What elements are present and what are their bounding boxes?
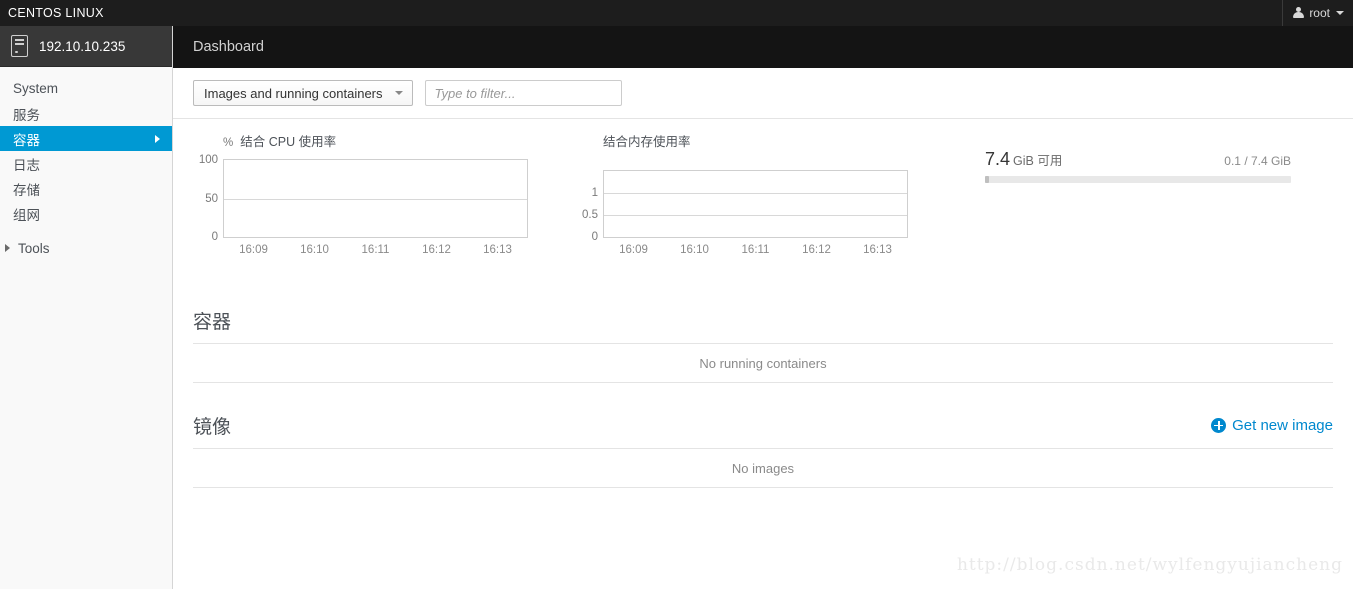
memory-xtick: 16:09 [619, 244, 648, 256]
cpu-xtick: 16:09 [239, 244, 268, 256]
cpu-gridline [224, 198, 527, 200]
main-content: Dashboard Images and running containers … [173, 26, 1353, 589]
watermark: http://blog.csdn.net/wylfengyujiancheng [956, 555, 1343, 575]
memory-xtick: 16:10 [680, 244, 709, 256]
cpu-plot-area: 100 50 0 [199, 154, 528, 243]
sidebar-host[interactable]: 192.10.10.235 [0, 26, 172, 67]
memory-gridline [604, 214, 907, 216]
memory-available-widget: 7.4 GiB 可用 0.1 / 7.4 GiB [985, 149, 1291, 183]
sidebar: 192.10.10.235 System 服务 容器 日志 存储 组网 Tool… [0, 26, 173, 589]
chevron-right-icon [155, 134, 160, 143]
sidebar-nav: System 服务 容器 日志 存储 组网 Tools [0, 67, 172, 261]
filter-toolbar: Images and running containers [173, 68, 1353, 119]
server-icon [11, 35, 28, 57]
cpu-usage-chart: % 结合 CPU 使用率 100 50 0 16:09 16:10 16:11 … [199, 131, 528, 256]
cpu-chart-unit: % [223, 137, 234, 149]
containers-empty-text: No running containers [699, 355, 827, 371]
cpu-ytick: 0 [211, 231, 218, 243]
user-icon [1293, 7, 1305, 19]
containers-title: 容器 [193, 312, 232, 333]
get-new-image-button[interactable]: Get new image [1211, 417, 1333, 434]
memory-gridline [604, 192, 907, 194]
container-filter-select-value: Images and running containers [204, 85, 383, 101]
memory-progress-bar [985, 176, 1291, 183]
cpu-xticks: 16:09 16:10 16:11 16:12 16:13 [223, 244, 528, 256]
brand-title: CENTOS LINUX [8, 6, 104, 20]
chevron-down-icon [1336, 11, 1344, 15]
page-header: Dashboard [173, 26, 1353, 68]
sidebar-item-label: 日志 [13, 157, 40, 173]
memory-available-value: 7.4 [985, 149, 1011, 169]
memory-ratio: 0.1 / 7.4 GiB [1224, 154, 1291, 168]
memory-xtick: 16:12 [802, 244, 831, 256]
containers-section: 容器 No running containers [193, 307, 1333, 383]
memory-xtick: 16:11 [741, 244, 770, 256]
images-title: 镜像 [193, 417, 232, 438]
cpu-xtick: 16:12 [422, 244, 451, 256]
sidebar-item-system[interactable]: System [0, 76, 172, 101]
cpu-chart-title: % 结合 CPU 使用率 [223, 131, 528, 150]
user-name: root [1309, 6, 1330, 20]
sidebar-item-services[interactable]: 服务 [0, 101, 172, 126]
cpu-xtick: 16:11 [361, 244, 390, 256]
metrics-row: % 结合 CPU 使用率 100 50 0 16:09 16:10 16:11 … [173, 119, 1353, 279]
memory-plot-area: 1 0.5 0 [582, 170, 908, 243]
containers-empty-row: No running containers [193, 343, 1333, 383]
container-filter-select[interactable]: Images and running containers [193, 80, 413, 106]
page-title: Dashboard [193, 39, 264, 55]
sidebar-item-label: 容器 [13, 132, 40, 148]
sidebar-item-label: 组网 [13, 207, 40, 223]
cpu-xtick: 16:10 [300, 244, 329, 256]
sidebar-item-tools[interactable]: Tools [0, 235, 172, 261]
memory-xticks: 16:09 16:10 16:11 16:12 16:13 [603, 244, 908, 256]
user-menu[interactable]: root [1282, 0, 1353, 26]
sidebar-item-storage[interactable]: 存储 [0, 176, 172, 201]
sidebar-item-label: Tools [18, 240, 50, 256]
chevron-right-icon [5, 244, 10, 252]
sidebar-item-containers[interactable]: 容器 [0, 126, 172, 151]
memory-available-text: 7.4 GiB 可用 [985, 149, 1062, 170]
memory-available-unit: GiB 可用 [1013, 154, 1063, 168]
memory-usage-chart: 结合内存使用率 1 0.5 0 16:09 16:10 16:11 16:12 [582, 131, 908, 256]
images-empty-row: No images [193, 448, 1333, 488]
memory-ytick: 0.5 [582, 208, 598, 221]
memory-available-row: 7.4 GiB 可用 0.1 / 7.4 GiB [985, 149, 1291, 170]
memory-chart-title: 结合内存使用率 [603, 131, 908, 150]
memory-progress-fill [985, 176, 990, 183]
search-input[interactable] [424, 80, 622, 106]
images-section: 镜像 Get new image No images [193, 412, 1333, 488]
images-section-head: 镜像 Get new image [193, 412, 1333, 448]
memory-ytick: 1 [591, 186, 598, 199]
cpu-xtick: 16:13 [483, 244, 512, 256]
sidebar-item-label: 服务 [13, 107, 40, 123]
sidebar-item-networking[interactable]: 组网 [0, 201, 172, 226]
chevron-down-icon [394, 91, 403, 95]
sidebar-item-label: 存储 [13, 182, 40, 198]
cpu-ytick: 50 [205, 192, 218, 205]
memory-ytick: 0 [591, 231, 598, 243]
cpu-ytick: 100 [198, 154, 218, 166]
images-empty-text: No images [731, 460, 795, 476]
sidebar-item-label: System [13, 81, 59, 96]
brand-bar: CENTOS LINUX root [0, 0, 1353, 26]
app-root: CENTOS LINUX root 192.10.10.235 System 服… [0, 0, 1353, 589]
memory-xtick: 16:13 [863, 244, 892, 256]
sidebar-item-logs[interactable]: 日志 [0, 151, 172, 176]
memory-plot-wrap: 1 0.5 0 16:09 16:10 16:11 16:12 16:13 [582, 170, 908, 256]
cpu-plot-wrap: 100 50 0 16:09 16:10 16:11 16:12 16:13 [199, 154, 528, 256]
plus-circle-icon [1211, 418, 1227, 433]
memory-chart-label: 结合内存使用率 [603, 135, 691, 149]
containers-section-head: 容器 [193, 307, 1333, 343]
get-new-image-label: Get new image [1232, 417, 1333, 434]
host-name: 192.10.10.235 [39, 38, 126, 54]
cpu-chart-label: 结合 CPU 使用率 [240, 135, 337, 149]
